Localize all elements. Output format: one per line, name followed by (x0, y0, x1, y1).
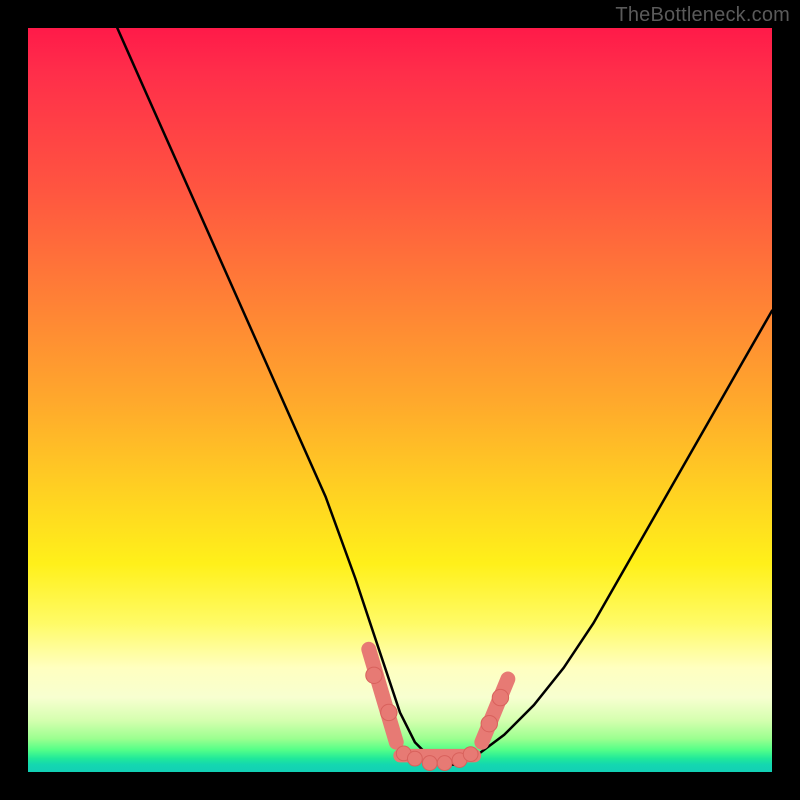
outer-frame: TheBottleneck.com (0, 0, 800, 800)
pt-bottom-2 (407, 751, 422, 766)
pt-right-lower (481, 715, 497, 731)
seg-right (482, 679, 508, 742)
plot-area (28, 28, 772, 772)
pt-bottom-3 (422, 756, 437, 771)
pt-bottom-4 (437, 756, 452, 771)
highlight-segments (369, 649, 508, 755)
bottleneck-curve (117, 28, 772, 765)
pt-bottom-6 (463, 747, 478, 762)
pt-right-upper (492, 689, 508, 705)
curve-layer (28, 28, 772, 772)
pt-left-lower (381, 704, 397, 720)
pt-left-upper (366, 667, 382, 683)
watermark-text: TheBottleneck.com (615, 4, 790, 27)
